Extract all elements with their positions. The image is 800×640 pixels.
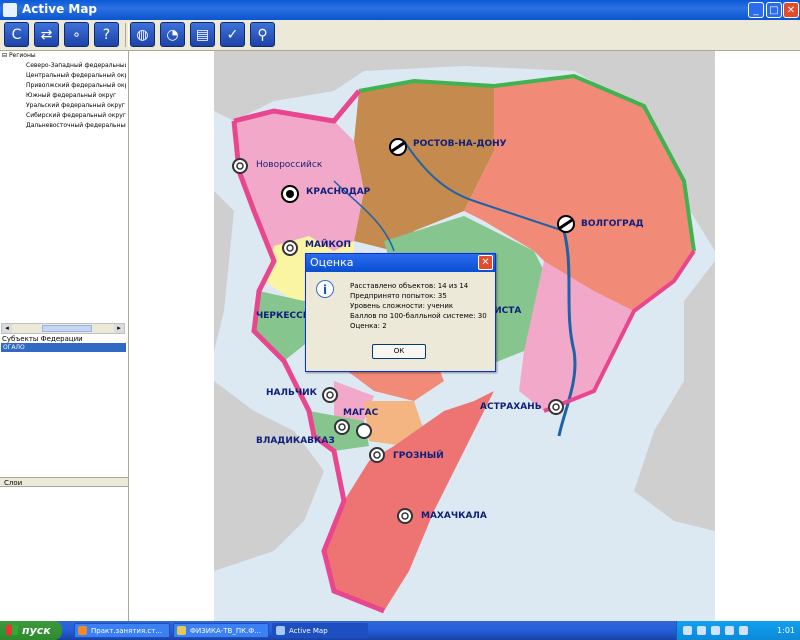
minimize-button[interactable]: _ [748,2,764,18]
score-dialog: Оценка ✕ i Расставлено объектов: 14 из 1… [305,253,496,372]
tray-icon[interactable] [711,626,720,635]
window-title: Active Map [22,2,98,16]
title-bar: Active Map _ □ ✕ [0,0,800,20]
swap-button[interactable]: ⇄ [34,22,59,47]
dialog-title: Оценка [306,254,495,272]
taskbar: пуск Практ.занятия.ст... ФИЗИКА-ТВ_ПК.Ф.… [0,621,800,640]
system-tray: 1:01 [676,621,800,640]
city-label: Новороссийск [256,160,323,170]
dialog-line: Расставлено объектов: 14 из 14 [350,282,469,290]
city-label: ВЛАДИКАВКАЗ [256,436,335,446]
tray-icon[interactable] [725,626,734,635]
swap-icon: ⇄ [40,27,53,43]
folder-icon [177,626,186,635]
federation-label: Субъекты Федерации [2,335,83,343]
capital-marker[interactable] [388,137,408,157]
zoom-button[interactable]: ⚲ [250,22,275,47]
town-marker[interactable] [281,239,299,257]
windows-logo-icon [6,625,18,635]
taskbar-item-active[interactable]: Active Map [272,623,368,638]
network-button[interactable]: ∘ [64,22,89,47]
help-icon: ? [102,27,111,43]
city-label: ВОЛГОГРАД [581,219,644,229]
city-label: МАГАС [343,408,379,418]
town-marker[interactable] [321,386,339,404]
globe-icon: ◍ [136,27,149,43]
tree-item[interactable]: Уральский федеральный округ [2,101,126,111]
clock-icon: ◔ [166,27,179,43]
city-label: ЧЕРКЕССК [256,311,311,321]
tree-item[interactable]: Северо-Западный федеральный [2,61,126,71]
maximize-button[interactable]: □ [766,2,782,18]
city-label: ГРОЗНЫЙ [393,451,444,461]
app-icon [3,3,17,17]
city-label: МАЙКОП [305,240,351,250]
start-button[interactable]: пуск [0,621,62,640]
document-button[interactable]: ▤ [190,22,215,47]
left-panel: ⊟ Регионы Северо-Западный федеральный Це… [0,51,129,621]
taskbar-item[interactable]: ФИЗИКА-ТВ_ПК.Ф... [173,623,269,638]
taskbar-item[interactable]: Практ.занятия.ст... [74,623,170,638]
check-button[interactable]: ✓ [220,22,245,47]
town-marker[interactable] [396,507,414,525]
refresh-button[interactable]: C [4,22,29,47]
town-marker[interactable] [333,418,351,436]
city-label: МАХАЧКАЛА [421,511,487,521]
clock: 1:01 [777,626,795,635]
main-marker[interactable] [280,184,300,204]
document-icon: ▤ [195,27,210,43]
town-marker[interactable] [231,157,249,175]
close-button[interactable]: ✕ [783,2,799,18]
folder-icon [78,626,87,635]
info-icon: i [316,280,334,298]
toolbar-separator [125,23,129,47]
city-label: НАЛЬЧИК [266,388,317,398]
town-marker[interactable] [355,422,373,440]
city-label: РОСТОВ-НА-ДОНУ [413,139,507,149]
tree-item[interactable]: Центральный федеральный округ [2,71,126,81]
tree-item[interactable]: Дальневосточный федеральный [2,121,126,131]
tree-root[interactable]: ⊟ Регионы [2,51,126,61]
dialog-line: Уровень сложности: ученик [350,302,454,310]
zoom-icon: ⚲ [257,27,268,43]
dialog-line: Предпринято попыток: 35 [350,292,447,300]
town-marker[interactable] [547,398,565,416]
tree-item[interactable]: Сибирский федеральный округ [2,111,126,121]
check-icon: ✓ [226,27,239,43]
tree-item[interactable]: Приволжский федеральный округ [2,81,126,91]
help-button[interactable]: ? [94,22,119,47]
network-icon: ∘ [72,27,81,43]
tray-icon[interactable] [697,626,706,635]
scroll-left-icon[interactable]: ◂ [2,324,12,333]
city-label: АСТРАХАНЬ [480,402,542,412]
dialog-line: Баллов по 100-балльной системе: 30 [350,312,487,320]
list-item-selected[interactable]: ОГАЛО [1,343,126,352]
tree-item[interactable]: Южный федеральный округ [2,91,126,101]
city-label: КРАСНОДАР [306,187,371,197]
clock-button[interactable]: ◔ [160,22,185,47]
scroll-right-icon[interactable]: ▸ [114,324,124,333]
subject-list[interactable]: ОГАЛО [1,343,126,352]
tray-icon[interactable] [683,626,692,635]
toolbar: C ⇄ ∘ ? ◍ ◔ ▤ ✓ ⚲ [0,20,800,51]
ok-button[interactable]: ОК [372,344,426,359]
dialog-line: Оценка: 2 [350,322,387,330]
refresh-icon: C [11,27,22,43]
scroll-thumb[interactable] [42,325,92,332]
layers-header: Слои [0,477,128,487]
dialog-close-button[interactable]: ✕ [478,255,493,270]
globe-button[interactable]: ◍ [130,22,155,47]
region-tree: ⊟ Регионы Северо-Западный федеральный Це… [2,51,126,321]
capital-marker[interactable] [556,214,576,234]
town-marker[interactable] [368,446,386,464]
tray-icon[interactable] [739,626,748,635]
app-icon [276,626,285,635]
close-icon: ✕ [481,257,490,268]
tree-hscrollbar[interactable]: ◂ ▸ [1,323,125,334]
